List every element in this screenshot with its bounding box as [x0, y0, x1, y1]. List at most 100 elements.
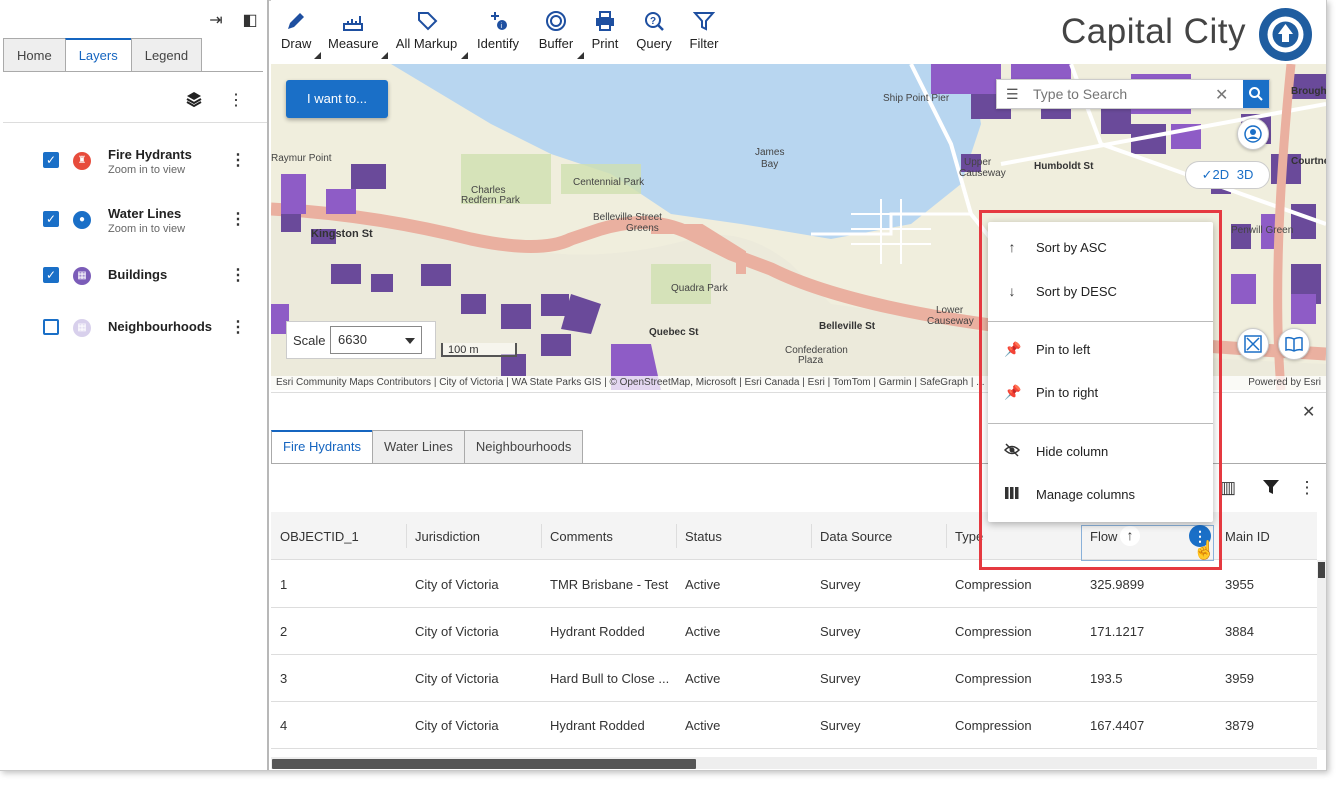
- svg-text:Bay: Bay: [761, 159, 778, 170]
- tab-legend[interactable]: Legend: [130, 38, 203, 72]
- scale-label: Scale: [293, 333, 326, 348]
- print-button[interactable]: Print: [591, 10, 619, 51]
- svg-text:?: ?: [650, 16, 656, 27]
- svg-text:Kingston St: Kingston St: [311, 228, 373, 240]
- measure-button[interactable]: Measure: [328, 10, 388, 59]
- svg-text:Broughton: Broughton: [1291, 86, 1326, 97]
- close-icon[interactable]: ✕: [1302, 402, 1315, 422]
- col-data-source[interactable]: Data Source: [820, 529, 892, 544]
- horizontal-scroll-thumb[interactable]: [272, 759, 696, 769]
- svg-text:Redfern Park: Redfern Park: [461, 195, 521, 206]
- powered-by-link[interactable]: Powered by Esri: [1248, 376, 1321, 390]
- layer-stack-icon[interactable]: [184, 90, 204, 108]
- layers-more-icon[interactable]: ⋮: [226, 90, 246, 109]
- tab-water-lines[interactable]: Water Lines: [372, 430, 465, 464]
- column-divider: [406, 524, 407, 548]
- filter-button[interactable]: Filter: [689, 10, 719, 51]
- svg-text:Humboldt St: Humboldt St: [1034, 161, 1094, 172]
- dock-panel-icon[interactable]: ◧: [241, 10, 259, 30]
- all-markup-button[interactable]: All Markup: [395, 10, 468, 59]
- water-drop-icon: ●: [73, 211, 91, 229]
- vertical-scroll-thumb[interactable]: [1318, 562, 1325, 578]
- tab-fire-hydrants[interactable]: Fire Hydrants: [271, 430, 374, 464]
- tag-icon: [395, 10, 458, 34]
- city-seal-logo: [1259, 8, 1312, 61]
- layer-item-neighbourhoods: ▦ Neighbourhoods ⋮: [40, 319, 250, 359]
- highlight-box: [979, 210, 1222, 570]
- mode-3d[interactable]: 3D: [1237, 167, 1254, 182]
- col-jurisdiction[interactable]: Jurisdiction: [415, 529, 480, 544]
- layer-item-water-lines: ✓ ● Water Lines Zoom in to view ⋮: [40, 206, 250, 251]
- layer-name: Buildings: [108, 267, 168, 282]
- view-mode-toggle[interactable]: ✓2D 3D: [1185, 161, 1270, 189]
- col-status[interactable]: Status: [685, 529, 722, 544]
- col-comments[interactable]: Comments: [550, 529, 613, 544]
- table-row[interactable]: 3 City of Victoria Hard Bull to Close ..…: [271, 655, 1317, 702]
- layer-more-icon[interactable]: ⋮: [230, 265, 246, 285]
- identify-button[interactable]: i Identify: [476, 10, 520, 51]
- tab-layers[interactable]: Layers: [64, 38, 132, 72]
- i-want-to-button[interactable]: I want to...: [286, 80, 388, 118]
- column-divider: [676, 524, 677, 548]
- col-main-id[interactable]: Main ID: [1225, 529, 1270, 544]
- layer-checkbox[interactable]: ✓: [43, 267, 59, 283]
- svg-text:Quebec St: Quebec St: [649, 327, 699, 338]
- layer-name: Neighbourhoods: [108, 319, 212, 334]
- search-options-icon[interactable]: ☰: [1006, 86, 1019, 103]
- identify-icon: i: [476, 10, 520, 34]
- map-tools-icon[interactable]: [1237, 328, 1269, 360]
- clear-search-icon[interactable]: ✕: [1215, 85, 1228, 105]
- printer-icon: [591, 10, 619, 34]
- vertical-scrollbar[interactable]: [1317, 560, 1326, 750]
- hand-cursor-icon: ☝: [1193, 540, 1216, 560]
- layers-divider: [3, 122, 267, 123]
- svg-text:Belleville St: Belleville St: [819, 321, 876, 332]
- col-objectid[interactable]: OBJECTID_1: [280, 529, 359, 544]
- scale-bar: 100 m: [441, 343, 517, 357]
- layer-subtitle: Zoom in to view: [108, 164, 186, 176]
- book-icon[interactable]: [1278, 328, 1310, 360]
- ruler-icon: [328, 10, 378, 34]
- layer-checkbox[interactable]: [43, 319, 59, 335]
- mode-2d[interactable]: 2D: [1213, 167, 1230, 182]
- layer-more-icon[interactable]: ⋮: [230, 209, 246, 229]
- svg-text:Penwill Green: Penwill Green: [1231, 225, 1293, 236]
- layer-name: Fire Hydrants: [108, 147, 192, 162]
- buffer-icon: [538, 10, 574, 34]
- query-button[interactable]: ? Query: [636, 10, 672, 51]
- scale-select[interactable]: 6630: [330, 326, 422, 354]
- scale-control: Scale 6630: [286, 321, 436, 359]
- table-more-icon[interactable]: ⋮: [1297, 478, 1317, 498]
- layer-more-icon[interactable]: ⋮: [230, 317, 246, 337]
- search-box: ☰ ✕: [996, 79, 1270, 109]
- table-row[interactable]: 4 City of Victoria Hydrant Rodded Active…: [271, 702, 1317, 749]
- layer-name: Water Lines: [108, 206, 182, 221]
- tab-neighbourhoods[interactable]: Neighbourhoods: [463, 430, 584, 464]
- funnel-icon: [689, 10, 719, 34]
- column-divider: [811, 524, 812, 548]
- left-tabs: Home Layers Legend: [3, 38, 203, 72]
- draw-button[interactable]: Draw: [281, 10, 321, 59]
- svg-text:Upper: Upper: [964, 157, 992, 168]
- layer-item-fire-hydrants: ✓ ♜ Fire Hydrants Zoom in to view ⋮: [40, 147, 250, 192]
- query-icon: ?: [636, 10, 672, 34]
- tab-divider: [3, 71, 263, 72]
- user-icon[interactable]: [1237, 118, 1269, 150]
- layer-checkbox[interactable]: ✓: [43, 152, 59, 168]
- buffer-button[interactable]: Buffer: [538, 10, 584, 59]
- table-filter-icon[interactable]: [1261, 478, 1281, 501]
- layer-checkbox[interactable]: ✓: [43, 211, 59, 227]
- svg-text:Ship Point Pier: Ship Point Pier: [883, 93, 950, 104]
- hydrant-icon: ♜: [73, 152, 91, 170]
- svg-text:James: James: [755, 147, 784, 158]
- search-icon[interactable]: [1243, 80, 1269, 108]
- tab-home[interactable]: Home: [3, 38, 66, 72]
- svg-text:Lower: Lower: [936, 305, 964, 316]
- left-panel: ⇥ ◧ Home Layers Legend ⋮ ✓ ♜ Fire Hydran…: [0, 0, 269, 770]
- collapse-panel-icon[interactable]: ⇥: [207, 10, 225, 30]
- search-input[interactable]: [1033, 80, 1213, 108]
- table-row[interactable]: 2 City of Victoria Hydrant Rodded Active…: [271, 608, 1317, 655]
- layer-more-icon[interactable]: ⋮: [230, 150, 246, 170]
- svg-text:Belleville Street: Belleville Street: [593, 212, 662, 223]
- building-icon: ▦: [73, 267, 91, 285]
